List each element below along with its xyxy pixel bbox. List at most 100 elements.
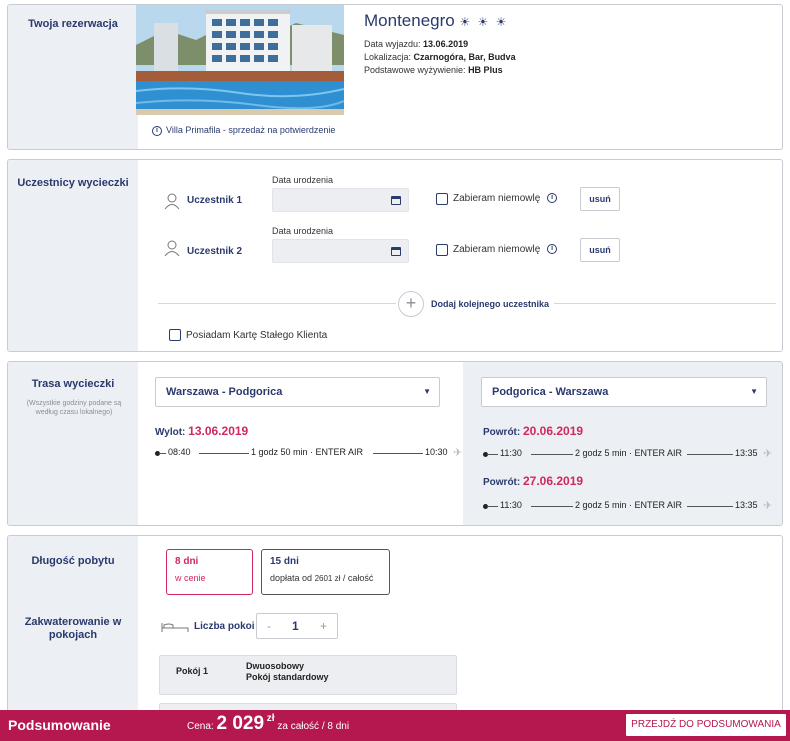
departure-date: Data wyjazdu: 13.06.2019 — [364, 39, 468, 49]
flight-segment — [531, 454, 573, 455]
return-flight-2-line[interactable]: 11:30 2 godz 5 min · ENTER AIR 13:35 ✈ — [483, 500, 782, 512]
flight-segment — [487, 506, 498, 507]
participant-2-label: Uczestnik 2 — [187, 246, 243, 257]
hotel-info-link-text: Villa Primafila - sprzedaż na potwierdze… — [166, 125, 336, 135]
room-1-standard: Pokój standardowy — [246, 672, 329, 682]
return-flight-1-line[interactable]: 11:30 2 godz 5 min · ENTER AIR 13:35 ✈ — [483, 448, 782, 460]
outbound-flight-line: 08:40 1 godz 50 min · ENTER AIR 10:30 ✈ — [155, 447, 462, 459]
info-icon[interactable]: i — [547, 244, 558, 255]
flight-segment — [159, 453, 166, 454]
hotel-name: Montenegro — [364, 11, 455, 30]
reservation-card: Twoja rezerwacja Montenegro ☀ ☀ ☀ Data w… — [7, 4, 783, 150]
infant-label-2: Zabieram niemowlę i — [453, 244, 561, 255]
return-2-arrive: 13:35 — [735, 500, 758, 510]
infant-checkbox-2[interactable] — [436, 244, 448, 256]
price-suffix: za całość / 8 dni — [277, 721, 350, 732]
calendar-icon — [391, 247, 401, 256]
chevron-down-icon: ▼ — [423, 387, 431, 396]
return-route-select[interactable]: Podgorica - Warszawa ▼ — [481, 377, 767, 407]
return-flight-1-head[interactable]: Powrót: 20.06.2019 — [483, 424, 583, 438]
dob-input-2[interactable] — [272, 239, 409, 263]
summary-footer: Podsumowanie Cena: 2 029 zł za całość / … — [0, 710, 790, 741]
return-2-date: 27.06.2019 — [523, 474, 584, 488]
board-value: HB Plus — [468, 65, 503, 75]
duration-side-title: Długość pobytu — [31, 555, 115, 567]
return-2-info: 2 godz 5 min · ENTER AIR — [575, 500, 683, 510]
duration-option-8[interactable]: 8 dni w cenie — [166, 549, 253, 595]
departure-label: Data wyjazdu: — [364, 39, 421, 49]
location: Lokalizacja: Czarnogóra, Bar, Budva — [364, 52, 516, 62]
flight-segment — [373, 453, 423, 454]
plane-icon: ✈ — [453, 447, 463, 459]
flight-segment — [487, 454, 498, 455]
flight-segment — [531, 506, 573, 507]
infant-checkbox-1[interactable] — [436, 193, 448, 205]
return-1-depart: 11:30 — [500, 448, 522, 458]
calendar-icon — [391, 196, 401, 205]
flight-segment — [687, 506, 733, 507]
outbound-route-select[interactable]: Warszawa - Podgorica ▼ — [155, 377, 440, 407]
remove-participant-2-button[interactable]: usuń — [580, 238, 620, 262]
info-icon: i — [152, 125, 162, 136]
participants-card: Uczestnicy wycieczki Uczestnik 1 Data ur… — [7, 159, 783, 352]
summary-title: Podsumowanie — [8, 717, 111, 733]
flight-segment — [199, 453, 249, 454]
outbound-date: 13.06.2019 — [188, 424, 249, 438]
route-side-note: (Wszystkie godziny podane są według czas… — [26, 400, 122, 416]
board-type: Podstawowe wyżywienie: HB Plus — [364, 65, 503, 75]
outbound-info: 1 godz 50 min · ENTER AIR — [251, 447, 364, 457]
loyalty-card-checkbox[interactable] — [169, 329, 181, 341]
flight-segment — [687, 454, 733, 455]
rating-sun-icons: ☀ ☀ ☀ — [459, 15, 509, 29]
divider-left — [158, 303, 396, 304]
remove-participant-1-button[interactable]: usuń — [580, 187, 620, 211]
plane-icon: ✈ — [763, 500, 773, 512]
return-1-info: 2 godz 5 min · ENTER AIR — [575, 448, 683, 458]
route-card: Trasa wycieczki (Wszystkie godziny podan… — [7, 361, 783, 526]
hotel-title: Montenegro ☀ ☀ ☀ — [364, 11, 508, 31]
loyalty-card-label: Posiadam Kartę Stałego Klienta — [186, 330, 328, 341]
summary-price: Cena: 2 029 zł za całość / 8 dni — [187, 713, 349, 735]
duration-option-15[interactable]: 15 dni dopłata od 2601 zł / całość — [261, 549, 390, 595]
plane-icon: ✈ — [763, 448, 773, 460]
info-icon[interactable]: i — [547, 193, 558, 204]
outbound-depart: 08:40 — [168, 447, 191, 457]
room-1-name: Pokój 1 — [176, 666, 209, 676]
return-1-arrive: 13:35 — [735, 448, 758, 458]
return-2-label: Powrót: — [483, 477, 521, 488]
add-participant-label[interactable]: Dodaj kolejnego uczestnika — [431, 299, 549, 309]
price-value: 2 029 — [216, 713, 265, 734]
return-flight-2-head[interactable]: Powrót: 27.06.2019 — [483, 474, 583, 488]
outbound-arrive: 10:30 — [425, 447, 448, 457]
departure-value: 13.06.2019 — [423, 39, 469, 49]
chevron-down-icon: ▼ — [750, 387, 758, 396]
surcharge-suffix: / całość — [342, 573, 374, 583]
surcharge-amount: 2601 zł — [314, 574, 341, 583]
add-participant-plus-icon[interactable]: + — [398, 291, 424, 317]
hotel-info-link[interactable]: i Villa Primafila - sprzedaż na potwierdz… — [152, 125, 335, 136]
room-1-box: Pokój 1 Dwuosobowy Pokój standardowy — [159, 655, 457, 695]
outbound-flight-head: Wylot: 13.06.2019 — [155, 424, 248, 438]
rooms-increment-button[interactable]: + — [320, 614, 327, 638]
duration-15-title: 15 dni — [270, 556, 299, 567]
dob-input-1[interactable] — [272, 188, 409, 212]
return-1-label: Powrót: — [483, 427, 521, 438]
duration-8-sub: w cenie — [175, 573, 206, 583]
participant-1-label: Uczestnik 1 — [187, 195, 243, 206]
infant-label-1: Zabieram niemowlę i — [453, 193, 561, 204]
reservation-side-title: Twoja rezerwacja — [28, 18, 118, 30]
surcharge-prefix: dopłata od — [270, 573, 313, 583]
go-to-summary-button[interactable]: PRZEJDŹ DO PODSUMOWANIA — [626, 714, 786, 736]
return-panel: Podgorica - Warszawa ▼ Powrót: 20.06.201… — [463, 362, 782, 525]
route-side-title: Trasa wycieczki — [31, 378, 115, 390]
board-label: Podstawowe wyżywienie: — [364, 65, 466, 75]
rooms-count-label: Liczba pokoi — [194, 621, 255, 632]
dob-label-2: Data urodzenia — [272, 226, 334, 236]
return-1-date: 20.06.2019 — [523, 424, 584, 438]
duration-8-title: 8 dni — [175, 556, 199, 567]
rooms-stepper: - 1 + — [256, 613, 338, 639]
return-route-value: Podgorica - Warszawa — [492, 386, 609, 398]
infant-label-text-2: Zabieram niemowlę — [453, 244, 541, 255]
rooms-decrement-button[interactable]: - — [267, 614, 271, 638]
participants-side-title: Uczestnicy wycieczki — [17, 177, 129, 189]
